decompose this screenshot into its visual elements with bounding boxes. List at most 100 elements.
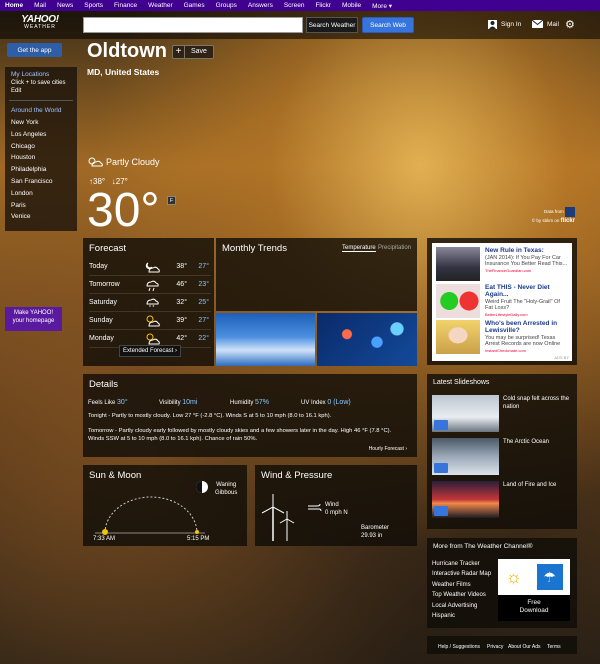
- tomorrow-text: Tomorrow - Partly cloudy early followed …: [88, 428, 392, 443]
- sidebar-item-city[interactable]: San Francisco: [11, 176, 77, 188]
- twc-link[interactable]: Hispanic: [432, 611, 491, 621]
- rain-photo[interactable]: [317, 313, 417, 366]
- extended-forecast-button[interactable]: Extended Forecast ›: [119, 345, 181, 357]
- sidebar-item-city[interactable]: Los Angeles: [11, 129, 77, 141]
- details-panel: Details Feels Like 30° Visibility 10mi H…: [83, 374, 417, 457]
- ad-image: [436, 320, 480, 354]
- twc-link[interactable]: Weather Films: [432, 580, 491, 590]
- sidebar-item-city[interactable]: Chicago: [11, 141, 77, 153]
- nav-item[interactable]: Games: [184, 2, 205, 9]
- search-weather-button[interactable]: Search Weather: [306, 17, 358, 33]
- ad-item[interactable]: Who's been Arrested in Lewisville? You m…: [436, 320, 569, 355]
- yahoo-weather-logo[interactable]: YAHOO! WEATHER: [18, 15, 62, 30]
- sunrise-time: 7:33 AM: [93, 536, 116, 542]
- ad-desc: You may be surprised! Texas Arrest Recor…: [485, 335, 561, 348]
- sidebar-item-city[interactable]: Paris: [11, 200, 77, 212]
- sidebar-item-city[interactable]: Houston: [11, 152, 77, 164]
- vis-label: Visibility: [159, 400, 181, 406]
- svg-text:* *: * *: [149, 305, 154, 310]
- tab-precipitation[interactable]: Precipitation: [378, 245, 411, 251]
- search-web-button[interactable]: Search Web: [362, 17, 414, 33]
- photo-credit: Data from © by sbkm on flickr: [532, 207, 575, 227]
- condition-label: Partly Cloudy: [106, 156, 160, 167]
- forecast-high: 46°: [176, 281, 187, 288]
- nav-item[interactable]: Screen: [284, 2, 305, 9]
- slideshows-title: Latest Slideshows: [433, 379, 490, 386]
- footer-link[interactable]: Terms: [547, 644, 561, 650]
- top-nav: Home Mail News Sports Finance Weather Games Gro…: [0, 0, 600, 11]
- weather-channel-panel: More from The Weather Channel® Hurricane…: [427, 538, 577, 628]
- nav-item[interactable]: Groups: [216, 2, 237, 9]
- sidebar-item-city[interactable]: London: [11, 188, 77, 200]
- moon-icon: [196, 481, 208, 493]
- sky-photo[interactable]: [216, 313, 315, 366]
- hourly-forecast-link[interactable]: Hourly Forecast ›: [369, 446, 407, 452]
- sign-in-link[interactable]: Sign In: [488, 17, 521, 31]
- sun-icon: ☼: [505, 566, 522, 587]
- slideshows-panel: Latest Slideshows Cold snap felt across …: [427, 374, 577, 529]
- ad-link: InstantCheckmate.com: [485, 347, 526, 353]
- logo-line2: WEATHER: [24, 24, 56, 30]
- forecast-day: Sunday: [89, 317, 113, 324]
- wind-pressure-panel: Wind & Pressure Wind 0 mph N Barometer 2…: [255, 465, 417, 546]
- current-condition: Partly Cloudy: [87, 156, 160, 167]
- rain-cloud-icon: ☂: [536, 564, 563, 590]
- save-location-button[interactable]: + Save: [172, 45, 214, 59]
- free-download-box[interactable]: ☼ ☂ Free Download: [498, 559, 570, 621]
- moon-phase-2: Gibbous: [215, 489, 238, 496]
- nav-item[interactable]: Mobile: [342, 2, 361, 9]
- forecast-high: 38°: [176, 263, 187, 270]
- nav-item[interactable]: Flickr: [315, 2, 331, 9]
- nav-item[interactable]: More ▾: [372, 2, 392, 10]
- ads-by-label: ADS BY: [554, 355, 569, 360]
- edit-link[interactable]: Edit: [11, 88, 77, 94]
- twc-link[interactable]: Local Advertising: [432, 601, 491, 611]
- unit-toggle[interactable]: F: [167, 196, 176, 205]
- footer-link[interactable]: Help / Suggestions: [438, 644, 480, 650]
- slideshow-item[interactable]: The Arctic Ocean: [432, 438, 573, 475]
- plus-icon: +: [173, 46, 185, 58]
- nav-item[interactable]: Mail: [34, 2, 46, 9]
- twc-link[interactable]: Hurricane Tracker: [432, 559, 491, 569]
- twc-link[interactable]: Interactive Radar Map: [432, 569, 491, 579]
- my-locations-heading: My Locations: [11, 71, 50, 78]
- get-app-button[interactable]: Get the app: [7, 43, 62, 57]
- make-yahoo-homepage-button[interactable]: Make YAHOO! your homepage: [5, 307, 62, 331]
- slideshow-item[interactable]: Land of Fire and Ice: [432, 481, 573, 518]
- free-download-label: Free Download: [498, 599, 570, 616]
- sidebar-item-city[interactable]: New York: [11, 117, 77, 129]
- gear-icon[interactable]: ⚙: [565, 17, 575, 31]
- nav-item[interactable]: News: [57, 2, 73, 9]
- ad-item[interactable]: Eat THIS - Never Diet Again... Weird Fru…: [436, 284, 569, 319]
- forecast-low: 27°: [198, 317, 209, 324]
- nav-item[interactable]: Finance: [114, 2, 137, 9]
- tab-temperature[interactable]: Temperature: [342, 245, 376, 252]
- nav-item[interactable]: Home: [5, 2, 23, 9]
- forecast-low: 25°: [198, 299, 209, 306]
- uv-value: 0 (Low): [327, 399, 351, 406]
- forecast-day: Monday: [89, 335, 114, 342]
- moon-phase-1: Waning: [216, 482, 237, 488]
- search-input[interactable]: [83, 17, 303, 33]
- nav-item[interactable]: Answers: [248, 2, 273, 9]
- nav-item[interactable]: Sports: [84, 2, 103, 9]
- sidebar-item-city[interactable]: Venice: [11, 211, 77, 223]
- footer-link[interactable]: Privacy: [487, 644, 503, 650]
- sidebar-item-city[interactable]: Philadelphia: [11, 164, 77, 176]
- forecast-day: Saturday: [89, 299, 118, 306]
- mail-link[interactable]: Mail: [531, 17, 559, 31]
- monthly-trends-panel: Monthly Trends Temperature Precipitation: [216, 238, 417, 311]
- ad-item[interactable]: New Rule in Texas: (JAN 2014): If You Pa…: [436, 247, 569, 282]
- nav-item[interactable]: Weather: [148, 2, 172, 9]
- hum-value: 57%: [255, 399, 270, 406]
- ad-desc-wrap: You may be surprised! Texas Arrest Recor…: [485, 335, 569, 354]
- barometer-label: Barometer: [361, 525, 390, 531]
- twc-link[interactable]: Top Weather Videos: [432, 590, 491, 600]
- forecast-day: Tomorrow: [89, 281, 120, 288]
- footer-link[interactable]: About Our Ads: [508, 644, 541, 650]
- ad-title: Eat THIS - Never Diet Again...: [485, 284, 550, 299]
- barometer-readout: Barometer 29.93 in: [361, 525, 389, 541]
- slideshow-item[interactable]: Cold snap felt across the nation: [432, 395, 573, 432]
- twc-title: More from The Weather Channel®: [433, 543, 533, 550]
- slideshow-title: Cold snap felt across the nation: [503, 396, 570, 411]
